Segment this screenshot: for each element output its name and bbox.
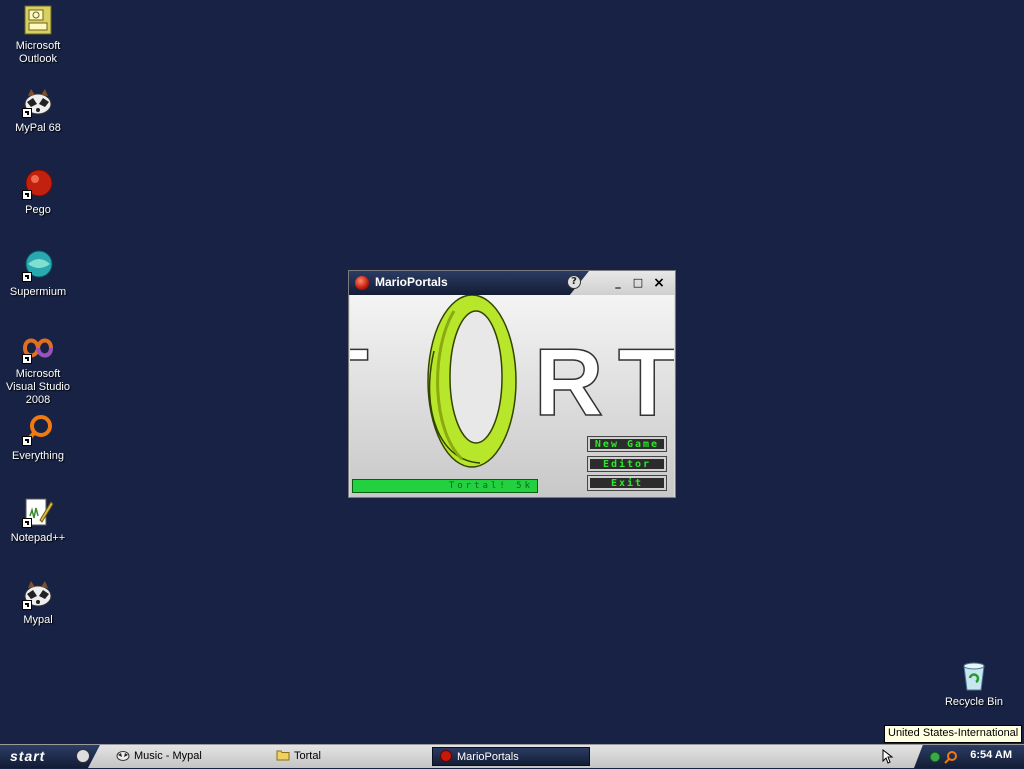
raccoon-icon xyxy=(22,578,54,610)
game-menu-screen: T R T New Game Editor Exit Tortal! 5k xyxy=(350,295,674,497)
everything-icon xyxy=(22,414,54,446)
start-button[interactable]: start xyxy=(0,745,100,768)
start-orb-icon xyxy=(76,749,90,763)
recycle-bin-icon xyxy=(958,660,990,692)
supermium-icon xyxy=(22,250,54,282)
shortcut-arrow-icon xyxy=(22,190,32,200)
desktop-icon-visual-studio[interactable]: Microsoft Visual Studio 2008 xyxy=(0,332,76,407)
minimize-button[interactable]: _ xyxy=(611,277,625,289)
logo-letter-t2: T xyxy=(617,329,674,436)
desktop-icon-label: Microsoft Outlook xyxy=(15,40,61,65)
editor-button[interactable]: Editor xyxy=(587,456,667,472)
desktop-icon-recycle-bin[interactable]: Recycle Bin xyxy=(936,660,1012,709)
shortcut-arrow-icon xyxy=(22,354,32,364)
logo-letter-r: R xyxy=(533,329,604,436)
pego-icon xyxy=(22,168,54,200)
desktop-icon-mypal68[interactable]: MyPal 68 xyxy=(0,86,76,135)
new-game-button[interactable]: New Game xyxy=(587,436,667,452)
loading-progress-bar: Tortal! 5k xyxy=(352,479,538,493)
desktop-icon-label: Notepad++ xyxy=(10,532,66,544)
desktop-icon-outlook[interactable]: Microsoft Outlook xyxy=(0,4,76,66)
desktop-icon-label: MyPal 68 xyxy=(15,122,61,134)
shortcut-arrow-icon xyxy=(22,272,32,282)
desktop-icon-notepadpp[interactable]: Notepad++ xyxy=(0,496,76,545)
folder-icon xyxy=(276,749,290,761)
visual-studio-icon xyxy=(22,332,54,364)
progress-text: Tortal! 5k xyxy=(448,481,533,491)
language-tooltip: United States-International xyxy=(884,725,1023,743)
task-label: Music - Mypal xyxy=(134,750,202,762)
start-label: start xyxy=(10,748,46,764)
desktop-icon-label: Everything xyxy=(12,450,64,462)
desktop-icon-everything[interactable]: Everything xyxy=(0,414,76,463)
maximize-button[interactable]: □ xyxy=(631,277,645,289)
clock[interactable]: 6:54 AM xyxy=(970,749,1012,761)
notepadpp-icon xyxy=(22,496,54,528)
system-tray: 6:54 AM xyxy=(914,745,1024,768)
search-icon[interactable] xyxy=(944,749,958,768)
outlook-icon xyxy=(22,4,54,36)
marioportals-icon xyxy=(439,750,453,762)
language-bar-icon[interactable] xyxy=(880,748,896,764)
desktop-icon-label: Recycle Bin xyxy=(944,696,1004,708)
shortcut-arrow-icon xyxy=(22,518,32,528)
raccoon-icon xyxy=(22,86,54,118)
window-title: MarioPortals xyxy=(375,275,448,289)
desktop-icon-supermium[interactable]: Supermium xyxy=(0,250,76,299)
desktop-icon-pego[interactable]: Pego xyxy=(0,168,76,217)
shortcut-arrow-icon xyxy=(22,436,32,446)
marioportals-icon xyxy=(355,276,369,290)
shortcut-arrow-icon xyxy=(22,108,32,118)
marioportals-window: MarioPortals ? _ □ × T R T New Game Edit… xyxy=(348,270,676,498)
desktop-icon-label: Microsoft Visual Studio 2008 xyxy=(5,368,70,406)
taskbar-button-marioportals[interactable]: MarioPortals xyxy=(432,747,590,766)
task-label: Tortal xyxy=(294,750,321,762)
desktop-icon-mypal[interactable]: Mypal xyxy=(0,578,76,627)
task-label: MarioPortals xyxy=(457,751,519,763)
shortcut-arrow-icon xyxy=(22,600,32,610)
desktop-icon-label: Mypal xyxy=(23,614,53,626)
taskbar: start Music - Mypal Tortal MarioPortals … xyxy=(0,744,1024,768)
logo-letter-t1: T xyxy=(350,334,369,432)
desktop-icon-label: Pego xyxy=(25,204,51,216)
portal-ring-icon xyxy=(427,295,517,468)
taskbar-button-tortal[interactable]: Tortal xyxy=(276,747,426,766)
close-button[interactable]: × xyxy=(652,276,666,290)
desktop-icon-label: Supermium xyxy=(9,286,67,298)
exit-button[interactable]: Exit xyxy=(587,475,667,491)
title-bar[interactable]: MarioPortals ? _ □ × xyxy=(349,271,675,295)
help-button[interactable]: ? xyxy=(567,275,581,289)
taskbar-button-music-mypal[interactable]: Music - Mypal xyxy=(116,747,266,766)
network-icon[interactable] xyxy=(928,749,942,768)
raccoon-icon xyxy=(116,749,130,761)
